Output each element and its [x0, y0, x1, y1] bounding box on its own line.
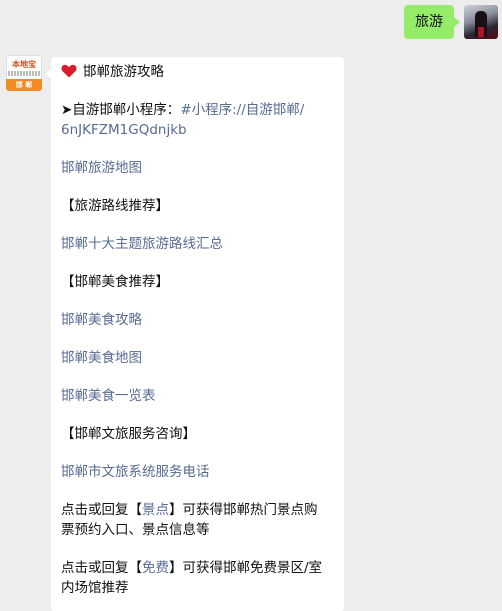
free-keyword-link[interactable]: 免费 [142, 560, 169, 576]
route-heading: 【旅游路线推荐】 [61, 198, 169, 214]
self-message-row: 旅游 [404, 5, 498, 39]
food-list-line: 邯郸美食一览表 [61, 386, 336, 406]
tip-attractions-suffix: 】可获得邯郸热门景点购 [169, 502, 318, 518]
travel-map-link[interactable]: 邯郸旅游地图 [61, 160, 142, 176]
bot-logo-text: 本地宝 [12, 60, 36, 69]
self-avatar[interactable] [464, 5, 498, 39]
bot-logo-subline [8, 71, 40, 76]
mini-program-link-code[interactable]: 6nJKFZM1GQdnjkb [61, 122, 187, 138]
service-phone-link[interactable]: 邯郸市文旅系统服务电话 [61, 464, 210, 480]
tip-free-suffix: 】可获得邯郸免费景区/室 [169, 560, 323, 576]
mini-program-link[interactable]: #小程序://自游邯郸/ [180, 102, 304, 118]
reply-title-line: 邯郸旅游攻略 [61, 62, 336, 82]
heart-icon [61, 64, 77, 78]
reply-title: 邯郸旅游攻略 [83, 64, 164, 80]
tip-attractions-line-2: 票预约入口、景点信息等 [61, 522, 210, 538]
bot-avatar[interactable]: 本地宝 邯 郸 [6, 55, 42, 91]
route-line: 邯郸十大主题旅游路线汇总 [61, 234, 336, 254]
route-link[interactable]: 邯郸十大主题旅游路线汇总 [61, 236, 223, 252]
bot-logo-region: 邯 郸 [6, 79, 42, 91]
food-heading: 【邯郸美食推荐】 [61, 274, 169, 290]
tip-free-prefix: 点击或回复【 [61, 560, 142, 576]
service-heading: 【邯郸文旅服务咨询】 [61, 426, 196, 442]
self-message-bubble[interactable]: 旅游 [404, 5, 460, 39]
tip-free-line: 点击或回复【免费】可获得邯郸免费景区/室 [61, 558, 336, 578]
tip-attractions-prefix: 点击或回复【 [61, 502, 142, 518]
food-guide-line: 邯郸美食攻略 [61, 310, 336, 330]
food-list-link[interactable]: 邯郸美食一览表 [61, 388, 156, 404]
reply-bubble: 邯郸旅游攻略 ➤自游邯郸小程序：#小程序://自游邯郸/ 6nJKFZM1GQd… [45, 57, 344, 611]
attractions-keyword-link[interactable]: 景点 [142, 502, 169, 518]
mini-program-line-2: 6nJKFZM1GQdnjkb [61, 120, 336, 140]
tip-free-line-2: 内场馆推荐 [61, 580, 129, 596]
food-map-link[interactable]: 邯郸美食地图 [61, 350, 142, 366]
service-phone-line: 邯郸市文旅系统服务电话 [61, 462, 336, 482]
food-map-line: 邯郸美食地图 [61, 348, 336, 368]
food-guide-link[interactable]: 邯郸美食攻略 [61, 312, 142, 328]
tip-attractions-line: 点击或回复【景点】可获得邯郸热门景点购 [61, 500, 336, 520]
mini-program-line: ➤自游邯郸小程序：#小程序://自游邯郸/ [61, 100, 336, 120]
travel-map-line: 邯郸旅游地图 [61, 158, 336, 178]
mini-program-prefix: ➤自游邯郸小程序： [61, 102, 181, 118]
